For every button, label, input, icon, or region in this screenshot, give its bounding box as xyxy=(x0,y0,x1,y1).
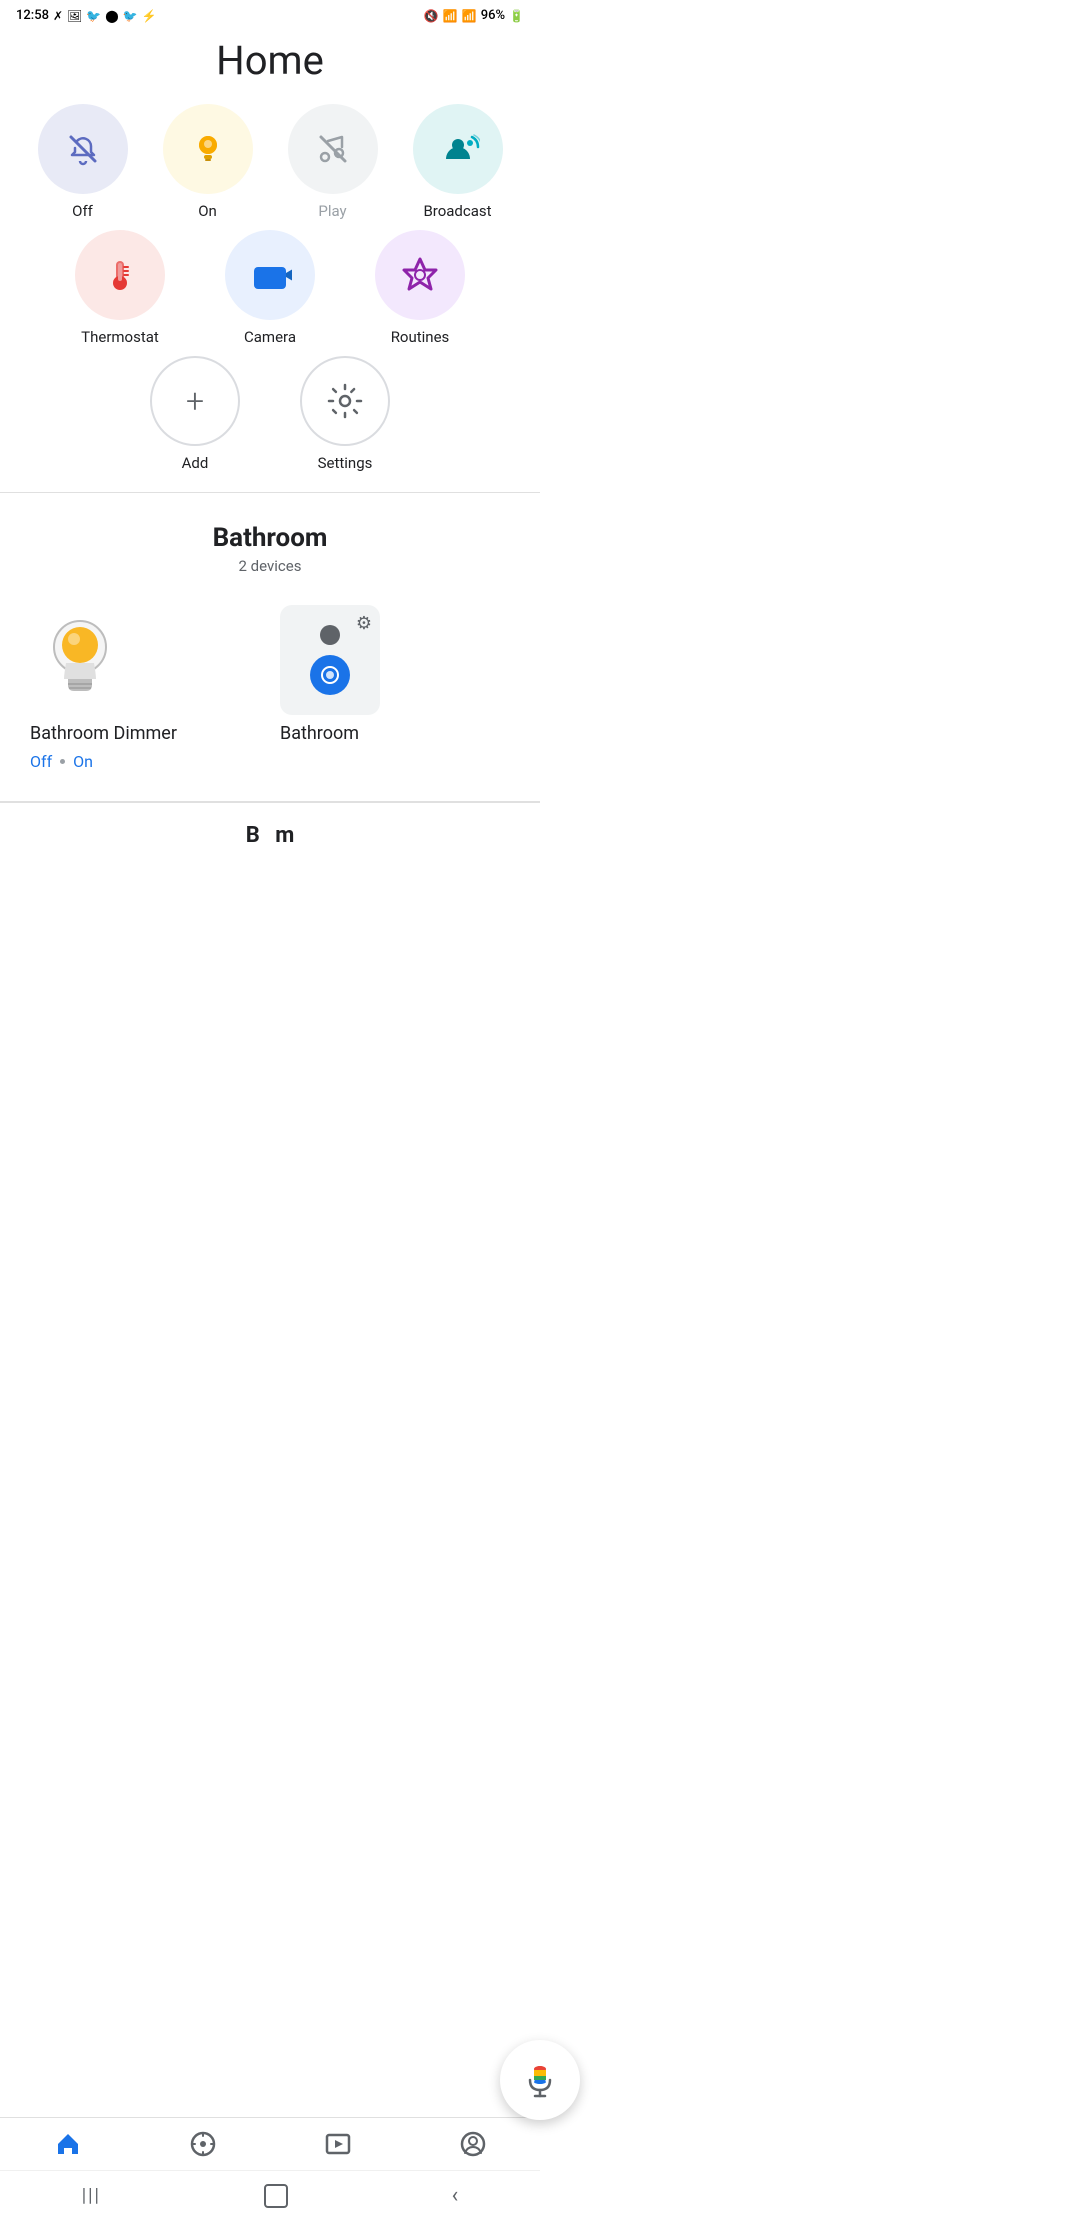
thermostat-label: Thermostat xyxy=(81,328,159,346)
status-indicators: 🔇 📶 📶 96% 🔋 xyxy=(424,8,524,23)
partial-room-section: B m xyxy=(0,802,540,848)
account-nav-icon xyxy=(459,2130,487,2158)
partial-end: m xyxy=(275,823,294,848)
camera-circle[interactable] xyxy=(225,230,315,320)
dimmer-status: Off On xyxy=(30,752,93,771)
camera-lens-main xyxy=(310,655,350,695)
routines-icon xyxy=(398,253,442,297)
add-label: Add xyxy=(182,454,209,472)
mic-button[interactable] xyxy=(500,2040,580,2120)
action-routines[interactable]: Routines xyxy=(375,230,465,346)
action-play[interactable]: Play xyxy=(288,104,378,220)
photo-icon: 🖼 xyxy=(67,9,82,23)
battery-percent: 96% xyxy=(481,8,505,23)
broadcast-icon xyxy=(436,127,480,171)
nav-explore[interactable] xyxy=(189,2130,217,2158)
add-circle[interactable]: + xyxy=(150,356,240,446)
action-broadcast[interactable]: Broadcast xyxy=(413,104,503,220)
nav-account[interactable] xyxy=(459,2130,487,2158)
settings-label: Settings xyxy=(318,454,373,472)
on-circle[interactable] xyxy=(163,104,253,194)
circle-icon: ⬤ xyxy=(105,9,118,23)
action-thermostat[interactable]: Thermostat xyxy=(75,230,165,346)
partial-room-title: B m xyxy=(20,823,520,848)
partial-suffix xyxy=(260,823,275,848)
bolt-icon: ⚡ xyxy=(142,9,157,23)
microphone-icon xyxy=(522,2062,558,2098)
off-label: Off xyxy=(72,202,93,220)
broadcast-label: Broadcast xyxy=(423,202,491,220)
bulb-on-icon xyxy=(188,129,228,169)
dimmer-off-btn[interactable]: Off xyxy=(30,752,52,771)
section-divider xyxy=(0,492,540,493)
bathroom-device-card[interactable]: ⚙ Bathroom xyxy=(280,595,510,781)
quick-actions-row2: Thermostat Camera Routines xyxy=(0,230,540,346)
status-dot xyxy=(60,759,65,764)
thermostat-icon xyxy=(98,253,142,297)
dimmer-on-btn[interactable]: On xyxy=(73,752,93,771)
camera-lens-small xyxy=(320,625,340,645)
status-bar: 12:58 ✗ 🖼 🐦 ⬤ 🐦 ⚡ 🔇 📶 📶 96% 🔋 xyxy=(0,0,540,27)
quick-actions-row1: Off On Play xyxy=(0,104,540,220)
play-circle[interactable] xyxy=(288,104,378,194)
thermostat-circle[interactable] xyxy=(75,230,165,320)
action-settings[interactable]: Settings xyxy=(300,356,390,472)
mute-icon: 🔇 xyxy=(424,9,439,23)
bathroom-gear-icon: ⚙ xyxy=(356,613,372,634)
settings-circle[interactable] xyxy=(300,356,390,446)
action-camera[interactable]: Camera xyxy=(225,230,315,346)
dimmer-name: Bathroom Dimmer xyxy=(30,723,177,744)
broadcast-circle[interactable] xyxy=(413,104,503,194)
camera-label: Camera xyxy=(244,328,296,346)
dimmer-bulb-icon xyxy=(30,605,130,715)
on-label: On xyxy=(198,202,217,220)
music-off-icon xyxy=(313,129,353,169)
room-device-count: 2 devices xyxy=(20,557,520,575)
camera-lens-icon xyxy=(319,664,341,686)
quick-actions-row3: + Add Settings xyxy=(0,356,540,472)
play-label: Play xyxy=(318,202,346,220)
nav-back-button[interactable]: ‹ xyxy=(452,2183,459,2208)
action-add[interactable]: + Add xyxy=(150,356,240,472)
mic-container[interactable] xyxy=(500,2040,580,2120)
action-on[interactable]: On xyxy=(163,104,253,220)
nav-media[interactable] xyxy=(324,2130,352,2158)
bathroom-dimmer-card[interactable]: Bathroom Dimmer Off On xyxy=(30,595,260,781)
bathroom-name: Bathroom xyxy=(280,723,359,744)
nav-menu-button[interactable]: ||| xyxy=(82,2185,101,2206)
bathroom-device-box[interactable]: ⚙ xyxy=(280,605,380,715)
camera-icon xyxy=(248,253,292,297)
twitter-icon-2: 🐦 xyxy=(123,9,138,23)
devices-row: Bathroom Dimmer Off On xyxy=(20,595,520,781)
page-title: Home xyxy=(0,27,540,104)
room-name: Bathroom xyxy=(20,523,520,553)
time: 12:58 xyxy=(16,8,49,23)
settings-gear-icon xyxy=(327,383,363,419)
routines-circle[interactable] xyxy=(375,230,465,320)
action-off[interactable]: Off xyxy=(38,104,128,220)
wifi-icon: 📶 xyxy=(443,9,458,23)
system-nav: ||| ‹ xyxy=(0,2170,540,2220)
partial-prefix: B xyxy=(246,823,260,848)
signal-icon: 📶 xyxy=(462,9,477,23)
media-nav-icon xyxy=(324,2130,352,2158)
off-circle[interactable] xyxy=(38,104,128,194)
nav-home-button[interactable] xyxy=(264,2184,288,2208)
bottom-nav xyxy=(0,2117,540,2170)
status-time: 12:58 ✗ 🖼 🐦 ⬤ 🐦 ⚡ xyxy=(16,8,157,23)
routines-label: Routines xyxy=(391,328,450,346)
twitter-icon-1: 🐦 xyxy=(86,9,101,23)
bell-off-icon xyxy=(63,129,103,169)
bathroom-room-section: Bathroom 2 devices Bathroom Dimmer Off xyxy=(0,503,540,781)
nav-home[interactable] xyxy=(54,2130,82,2158)
battery-icon: 🔋 xyxy=(509,9,524,23)
missed-call-icon: ✗ xyxy=(53,9,63,23)
home-nav-icon xyxy=(54,2130,82,2158)
explore-nav-icon xyxy=(189,2130,217,2158)
